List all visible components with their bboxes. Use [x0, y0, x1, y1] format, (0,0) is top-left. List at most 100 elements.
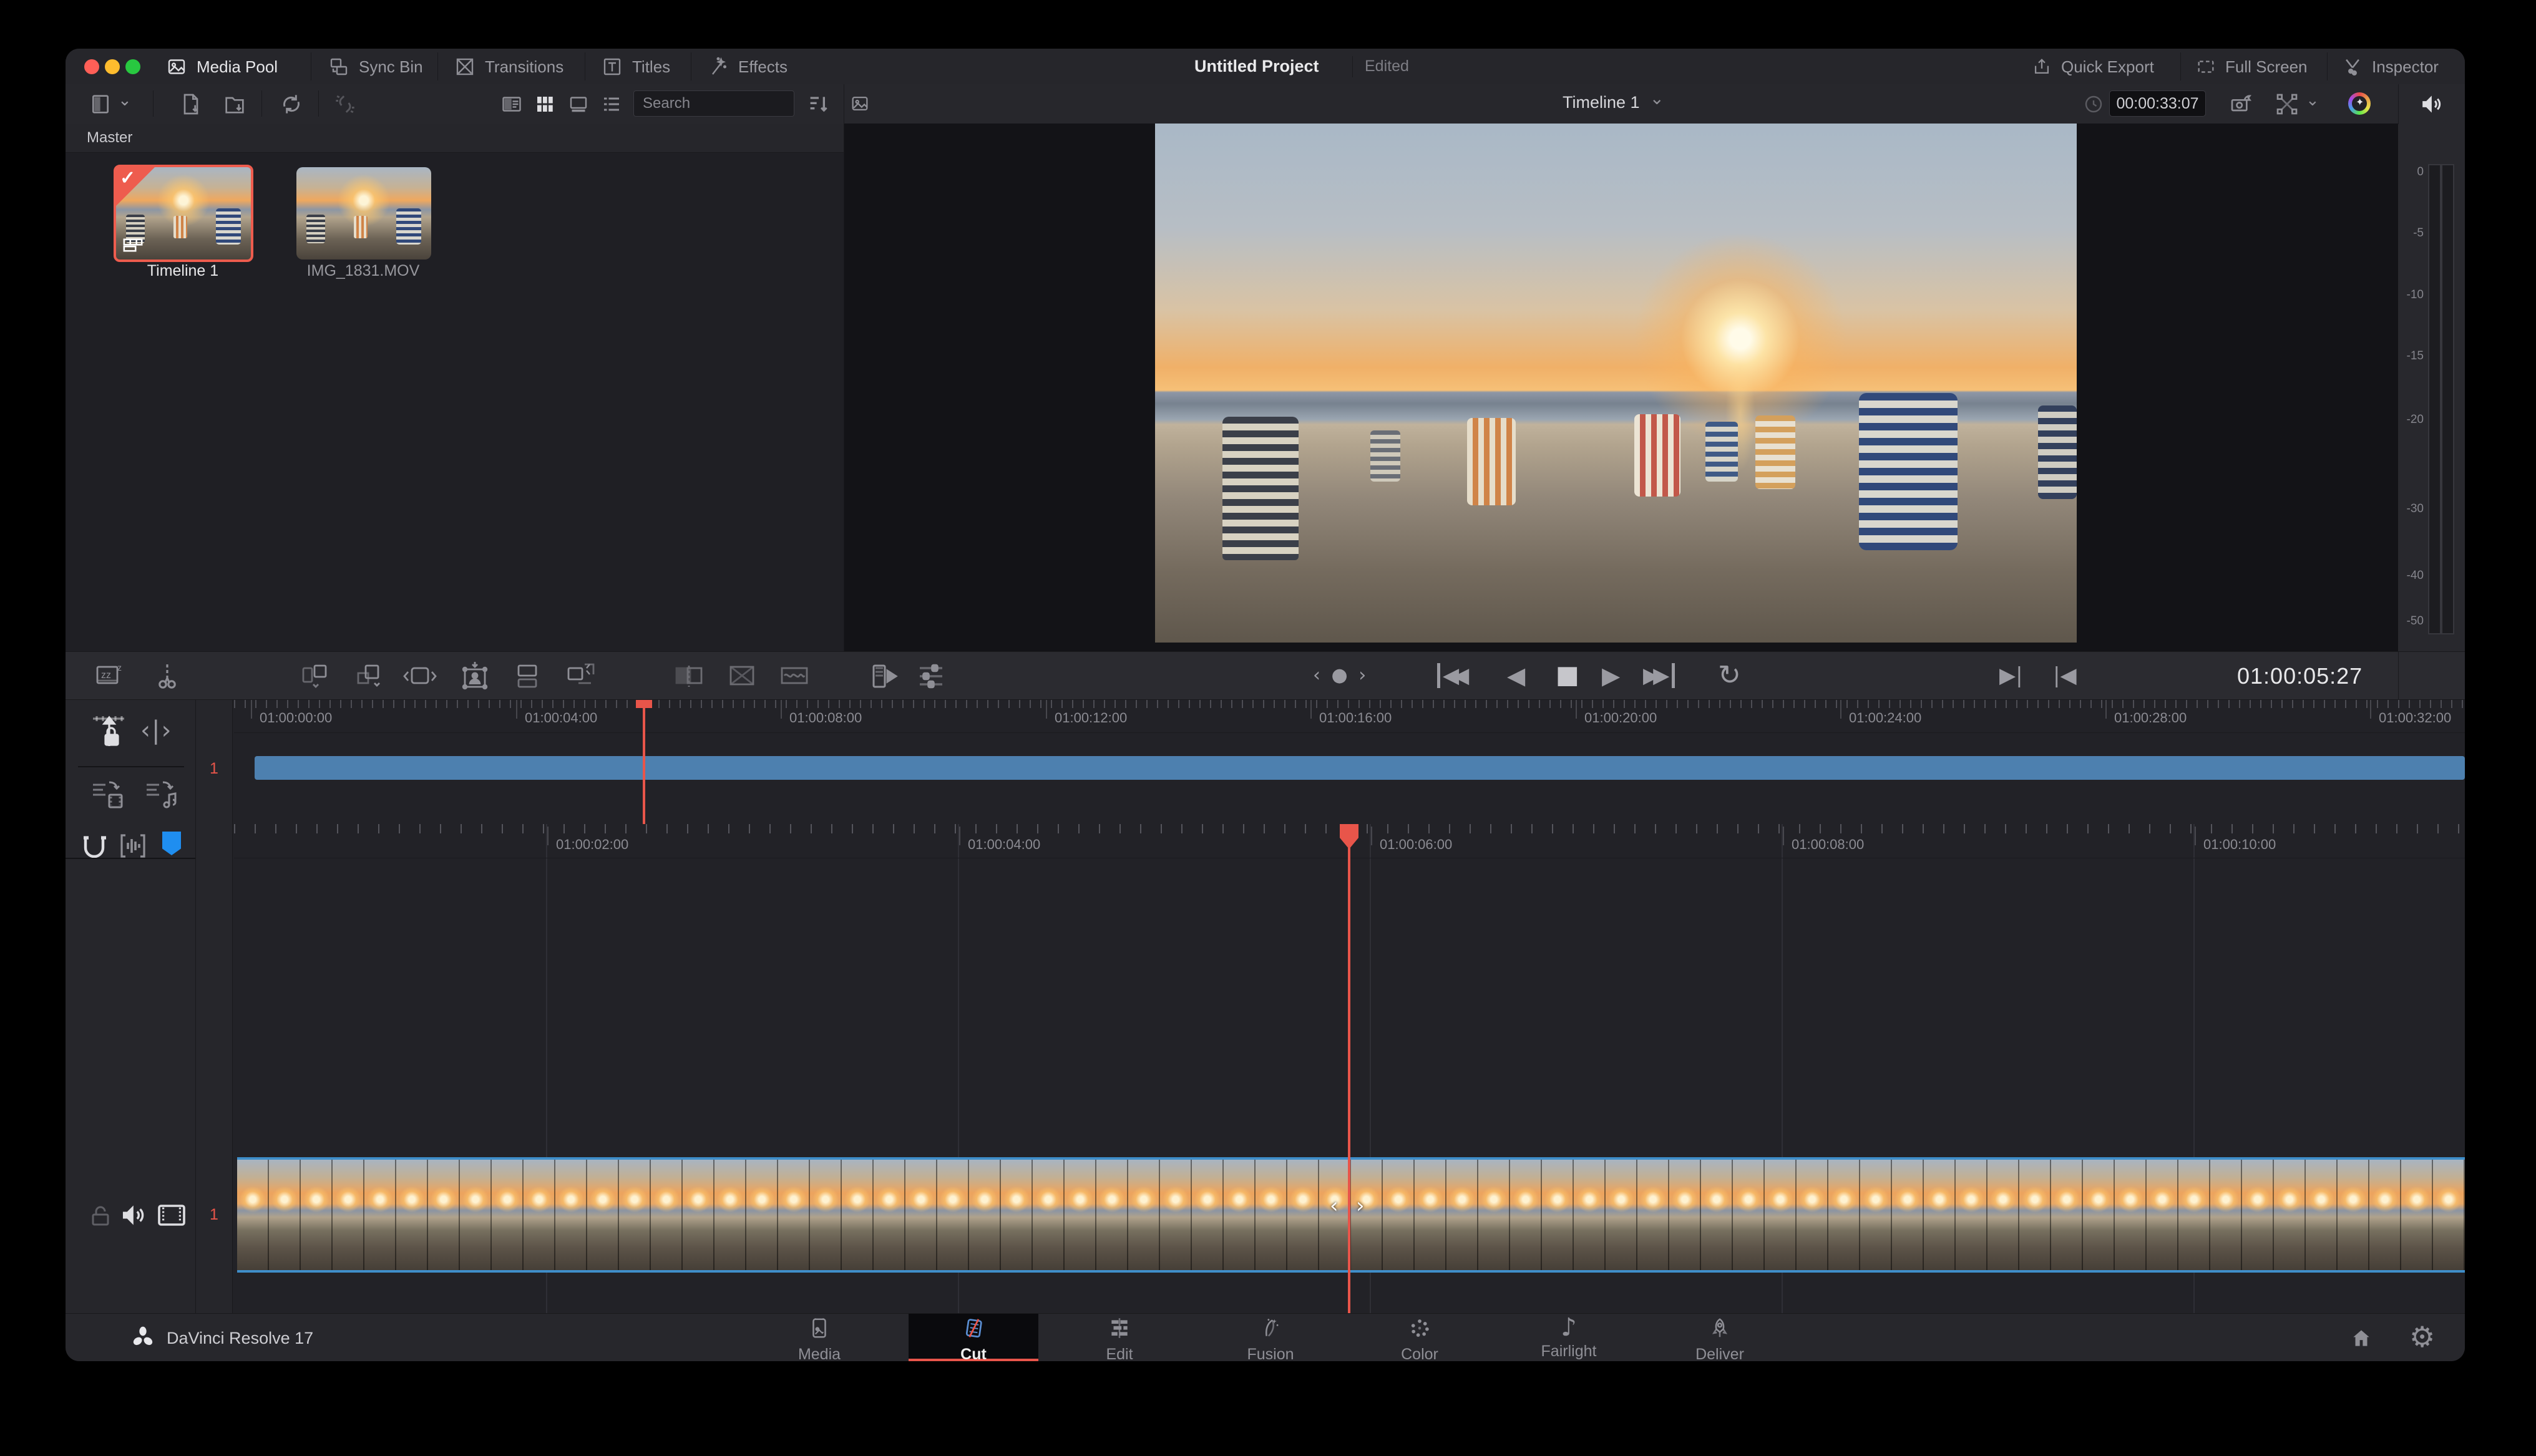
viewer-timeline-select[interactable]: Timeline 1 ⌄ [1563, 93, 1664, 112]
smart-insert-button[interactable] [298, 662, 333, 691]
relink-media-button[interactable] [331, 90, 359, 118]
stop-button[interactable]: ■ [1556, 661, 1579, 689]
place-on-top-button[interactable] [459, 659, 491, 692]
loop-button[interactable]: ↻ [1718, 659, 1741, 691]
nav-cut-label: Cut [920, 1346, 1027, 1361]
audio-meter-panel: 0 -5 -10 -15 -20 -30 -40 -50 ≡ [2399, 84, 2465, 739]
track-lock-icon[interactable] [88, 1203, 113, 1228]
nav-deliver[interactable]: Deliver [1667, 1316, 1773, 1361]
timeline-clip-filmstrip[interactable] [237, 1157, 2465, 1273]
viewer-video[interactable] [1155, 124, 2077, 643]
fast-forward-button[interactable]: ▶▶ [1643, 663, 1675, 688]
sync-bin-icon [328, 56, 350, 78]
bin-list-toggle[interactable]: ⌄ [88, 92, 132, 117]
view-filmstrip-button[interactable] [567, 93, 590, 115]
upper-playhead-line[interactable] [643, 700, 645, 824]
search-input[interactable] [633, 90, 794, 117]
tools-button[interactable] [915, 661, 947, 692]
ripple-overwrite-button[interactable] [401, 662, 439, 691]
ruler-label: 01:00:00:00 [260, 710, 332, 726]
lower-track-number-col: 1 [195, 824, 233, 1313]
traffic-zoom-button[interactable] [125, 59, 140, 74]
transition-smooth-button[interactable] [777, 662, 812, 691]
quick-export-button[interactable]: Quick Export [2031, 54, 2154, 80]
track-video-icon[interactable] [157, 1203, 187, 1227]
nav-cut[interactable]: Cut [920, 1316, 1027, 1361]
view-metadata-button[interactable] [500, 93, 524, 115]
upper-timeline-clip-bar[interactable] [255, 756, 2465, 780]
snap-playhead-lock-icon[interactable] [89, 714, 128, 751]
audio-trim-icon[interactable] [118, 832, 148, 860]
nav-fairlight[interactable]: ♪ Fairlight [1516, 1315, 1622, 1361]
timeline-sleep-icon[interactable]: zzz [95, 662, 130, 691]
nav-fusion[interactable]: Fusion [1217, 1316, 1324, 1361]
timeline-lower: 1 01:00:02:00 01:00:04:00 01:00:06:00 01… [66, 824, 2465, 1313]
split-clip-button[interactable] [155, 661, 180, 691]
nav-edit[interactable]: Edit [1066, 1316, 1173, 1361]
transition-dip-button[interactable] [724, 662, 759, 691]
inspector-button[interactable]: Inspector [2342, 54, 2439, 80]
marker-color-swatch[interactable] [162, 832, 181, 855]
import-media-button[interactable] [178, 92, 204, 117]
tab-transitions[interactable]: Transitions [454, 54, 563, 80]
check-icon: ✓ [120, 167, 135, 189]
rewind-button[interactable]: ◀◀ [1437, 663, 1463, 688]
trim-mode-icon[interactable]: ‹|› [140, 716, 172, 745]
tab-media-pool-label: Media Pool [197, 57, 278, 77]
nav-cut-active-box[interactable]: Cut [909, 1314, 1038, 1361]
nav-color[interactable]: Color [1367, 1316, 1473, 1361]
play-around-button[interactable]: ▶| [1999, 663, 2023, 688]
track-mute-icon[interactable] [119, 1201, 148, 1230]
nav-fairlight-label: Fairlight [1516, 1342, 1622, 1361]
transition-dissolve-button[interactable] [671, 662, 706, 691]
upper-timeline-lane[interactable]: 01:00:00:00 01:00:04:00 01:00:08:00 01:0… [234, 700, 2465, 824]
home-button[interactable] [2349, 1326, 2373, 1350]
ruler-label: 01:00:10:00 [2203, 837, 2276, 853]
snapping-magnet-icon[interactable] [78, 830, 110, 861]
traffic-close-button[interactable] [84, 59, 99, 74]
close-up-button[interactable] [563, 661, 598, 692]
tab-media-pool[interactable]: Media Pool [165, 54, 278, 80]
tab-sync-bin[interactable]: Sync Bin [328, 54, 423, 80]
view-list-button[interactable] [600, 93, 623, 115]
go-to-first-frame-button[interactable]: |◀ [2053, 663, 2077, 688]
settings-gear-icon[interactable]: ⚙ [2409, 1320, 2435, 1354]
lower-timeline-lane[interactable]: 01:00:02:00 01:00:04:00 01:00:06:00 01:0… [234, 824, 2465, 1313]
nav-edit-label: Edit [1066, 1346, 1173, 1361]
media-clip-timeline1[interactable]: ✓ Timeline 1 [114, 165, 252, 281]
sync-clip-icon[interactable] [89, 777, 125, 812]
source-tape-button[interactable] [870, 661, 901, 692]
play-reverse-button[interactable]: ◀ [1507, 662, 1525, 689]
ruler-label: 01:00:04:00 [968, 837, 1040, 853]
transform-tool-button[interactable]: ⌄ [2275, 92, 2319, 117]
color-boost-button[interactable]: ✦ [2348, 92, 2371, 115]
ruler-label: 01:00:02:00 [556, 837, 628, 853]
inspector-icon [2342, 56, 2363, 77]
db-label: -20 [2407, 413, 2424, 427]
import-folder-button[interactable] [222, 92, 248, 117]
resync-bin-button[interactable] [278, 90, 305, 118]
jog-control[interactable]: ‹ ● › [1313, 664, 1368, 686]
nav-media[interactable]: Media [766, 1316, 872, 1361]
speaker-icon[interactable] [2419, 92, 2444, 117]
grab-still-button[interactable] [2228, 92, 2255, 117]
append-clip-button[interactable] [353, 662, 388, 691]
tab-effects[interactable]: Effects [707, 54, 788, 80]
media-clip-img1831[interactable]: IMG_1831.MOV [294, 165, 432, 281]
play-button[interactable]: ▶ [1602, 662, 1620, 689]
viewer-timecode[interactable]: 00:00:33:07 [2109, 90, 2206, 117]
source-overwrite-button[interactable] [511, 662, 546, 691]
chevron-down-icon: ⌄ [2306, 91, 2319, 110]
media-page-icon [807, 1316, 831, 1340]
lower-playhead-line[interactable] [1348, 843, 1350, 1313]
sync-audio-icon[interactable] [143, 777, 179, 812]
svg-text:z: z [117, 662, 122, 672]
traffic-minimize-button[interactable] [105, 59, 120, 74]
tab-titles[interactable]: Titles [601, 54, 670, 80]
view-grid-button[interactable] [533, 93, 557, 115]
sort-order-button[interactable] [806, 92, 832, 117]
db-label: -5 [2413, 226, 2424, 240]
viewer-thumb-icon[interactable] [849, 93, 871, 114]
full-screen-button[interactable]: Full Screen [2195, 54, 2308, 80]
nav-media-label: Media [766, 1346, 872, 1361]
